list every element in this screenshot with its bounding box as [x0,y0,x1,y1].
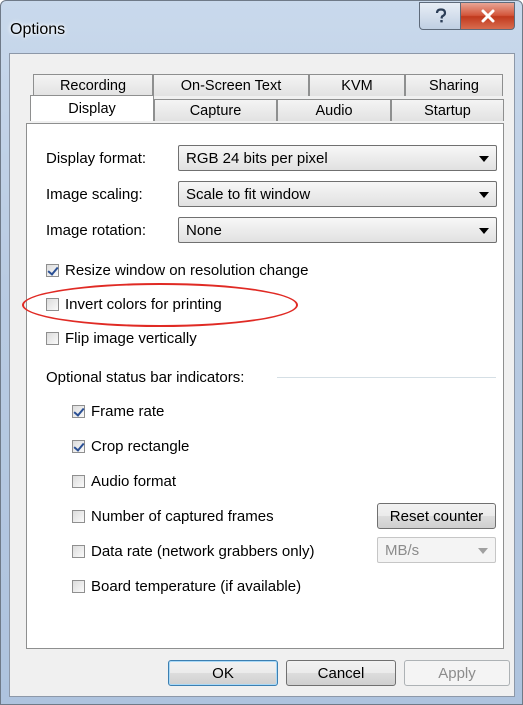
board-temperature-label: Board temperature (if available) [91,578,302,595]
flip-image-option[interactable]: Flip image vertically [46,330,197,347]
audio-format-checkbox[interactable] [72,475,85,488]
group-divider [277,377,496,378]
dropdown-arrow-icon [479,192,489,198]
invert-colors-option[interactable]: Invert colors for printing [46,296,222,313]
tab-on-screen-text[interactable]: On-Screen Text [153,74,309,96]
invert-colors-checkbox[interactable] [46,298,59,311]
resize-window-label: Resize window on resolution change [65,262,309,279]
cancel-button[interactable]: Cancel [286,660,396,686]
tab-recording[interactable]: Recording [33,74,153,96]
dialog-client-area: Recording On-Screen Text KVM Sharing Dis… [9,53,515,697]
crop-rectangle-checkbox[interactable] [72,440,85,453]
close-icon [481,9,494,23]
display-format-label: Display format: [46,150,147,167]
tab-sharing[interactable]: Sharing [405,74,503,96]
image-rotation-label: Image rotation: [46,222,147,239]
close-button[interactable] [460,2,515,30]
data-rate-unit-select[interactable]: MB/s [377,537,496,563]
invert-colors-label: Invert colors for printing [65,296,222,313]
image-rotation-value: None [186,221,222,239]
data-rate-option[interactable]: Data rate (network grabbers only) [72,543,314,560]
display-tab-panel: Display format: RGB 24 bits per pixel Im… [26,123,504,649]
crop-rectangle-option[interactable]: Crop rectangle [72,438,189,455]
audio-format-option[interactable]: Audio format [72,473,176,490]
help-button[interactable] [419,2,462,30]
dropdown-arrow-icon [479,156,489,162]
frame-rate-label: Frame rate [91,403,165,420]
image-scaling-label: Image scaling: [46,186,143,203]
data-rate-checkbox[interactable] [72,545,85,558]
dropdown-arrow-icon [479,228,489,234]
ok-button[interactable]: OK [168,660,278,686]
question-mark-icon [435,8,446,23]
title-bar[interactable]: Options [1,1,522,53]
image-rotation-select[interactable]: None [178,217,497,243]
display-format-select[interactable]: RGB 24 bits per pixel [178,145,497,171]
window-title: Options [10,21,66,38]
flip-image-label: Flip image vertically [65,330,197,347]
tab-startup[interactable]: Startup [391,99,504,121]
tab-kvm[interactable]: KVM [309,74,405,96]
reset-counter-button[interactable]: Reset counter [377,503,496,529]
image-scaling-select[interactable]: Scale to fit window [178,181,497,207]
frame-rate-option[interactable]: Frame rate [72,403,164,420]
image-scaling-value: Scale to fit window [186,185,311,203]
audio-format-label: Audio format [91,473,177,490]
data-rate-label: Data rate (network grabbers only) [91,543,315,560]
crop-rectangle-label: Crop rectangle [91,438,190,455]
captured-frames-checkbox[interactable] [72,510,85,523]
resize-window-checkbox[interactable] [46,264,59,277]
tab-capture[interactable]: Capture [154,99,277,121]
dropdown-arrow-icon [478,548,488,554]
display-format-value: RGB 24 bits per pixel [186,149,328,167]
tab-strip: Recording On-Screen Text KVM Sharing Dis… [10,54,514,124]
status-bar-group-heading: Optional status bar indicators: [46,369,245,386]
frame-rate-checkbox[interactable] [72,405,85,418]
resize-window-option[interactable]: Resize window on resolution change [46,262,308,279]
data-rate-unit-value: MB/s [385,541,420,559]
tab-display[interactable]: Display [30,95,154,121]
apply-button[interactable]: Apply [404,660,510,686]
options-window: Options Recording On-Screen Text KVM Sha… [0,0,523,705]
tab-audio[interactable]: Audio [277,99,391,121]
board-temperature-checkbox[interactable] [72,580,85,593]
captured-frames-label: Number of captured frames [91,508,274,525]
captured-frames-option[interactable]: Number of captured frames [72,508,274,525]
board-temperature-option[interactable]: Board temperature (if available) [72,578,301,595]
flip-image-checkbox[interactable] [46,332,59,345]
